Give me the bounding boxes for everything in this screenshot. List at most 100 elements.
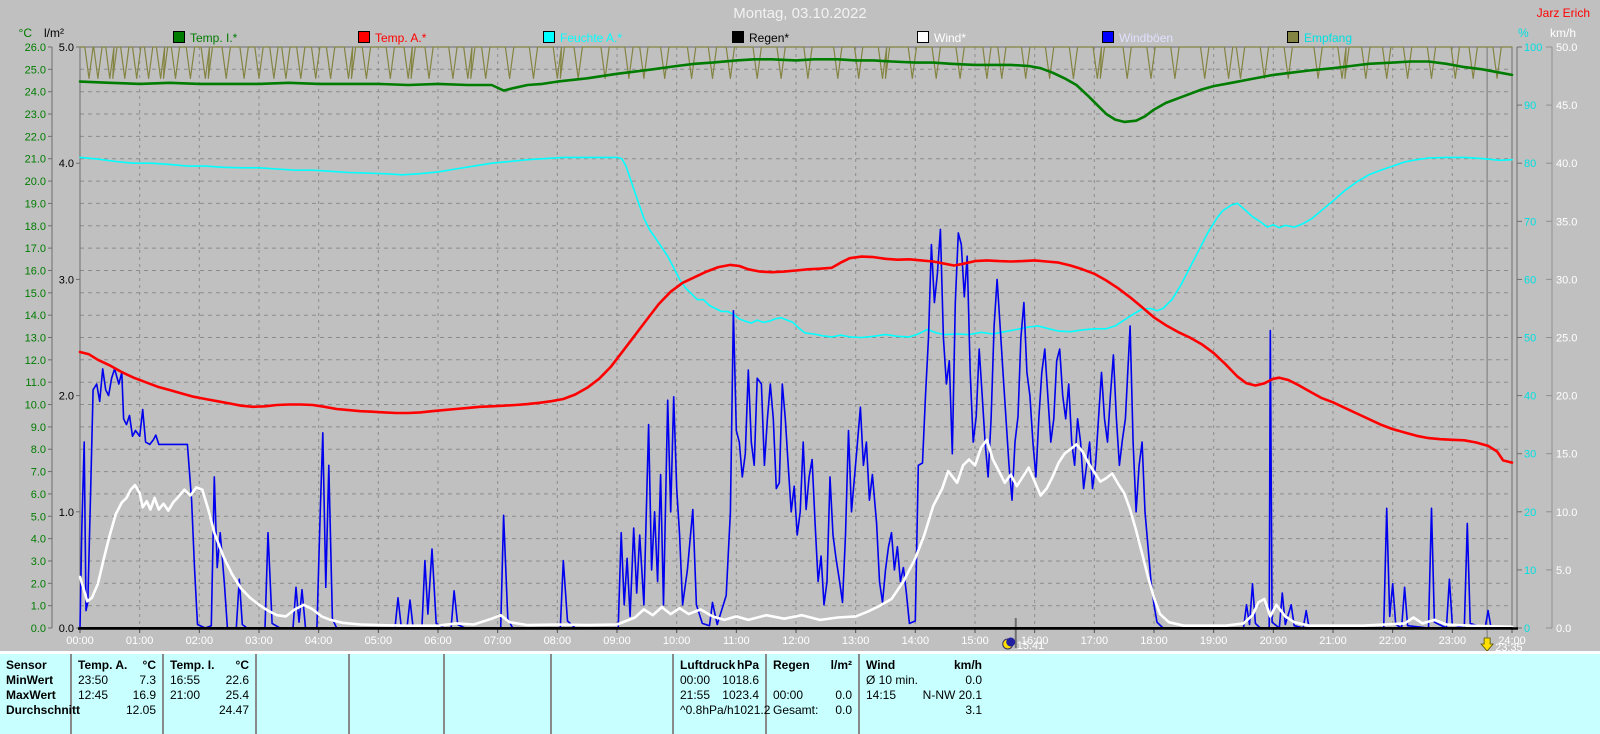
table-value-cell: 24.47 — [170, 703, 249, 717]
table-cell-value: 0.0 — [835, 688, 852, 702]
table-group-header: Temp. A. °C — [78, 658, 156, 672]
percent-tick-label: 0 — [1524, 623, 1530, 635]
table-cell-time: ^0.8hPa/h — [680, 703, 734, 717]
hour-tick-label: 09:00 — [603, 635, 631, 647]
table-value-cell: 21:00 25.4 — [170, 688, 249, 702]
rain-tick-label: 1.0 — [59, 507, 74, 519]
celsius-tick-label: 25.0 — [25, 64, 46, 76]
rain-tick-label: 2.0 — [59, 391, 74, 403]
hour-tick-label: 01:00 — [126, 635, 154, 647]
rain-tick-label: 5.0 — [59, 42, 74, 54]
table-group-unit: °C — [235, 658, 249, 672]
table-value-cell: 3.1 — [866, 703, 982, 717]
table-group-unit: l/m² — [830, 658, 852, 672]
hour-tick-label: 15:00 — [961, 635, 989, 647]
table-value-cell: 23:50 7.3 — [78, 673, 156, 687]
table-column-separator — [672, 654, 674, 734]
table-group-name: Regen — [773, 658, 810, 672]
celsius-tick-label: 4.0 — [31, 534, 46, 546]
table-value-cell: 12:45 16.9 — [78, 688, 156, 702]
celsius-tick-label: 16.0 — [25, 265, 46, 277]
hour-tick-label: 05:00 — [365, 635, 393, 647]
hour-tick-label: 02:00 — [186, 635, 214, 647]
table-cell-time: Ø 10 min. — [866, 673, 919, 687]
rain-tick-label: 0.0 — [59, 623, 74, 635]
celsius-tick-label: 6.0 — [31, 489, 46, 501]
table-cell-time: 14:15 — [866, 688, 897, 702]
celsius-tick-label: 13.0 — [25, 333, 46, 345]
kmh-tick-label: 20.0 — [1556, 391, 1577, 403]
hour-tick-label: 11:00 — [723, 635, 750, 647]
hour-tick-label: 04:00 — [305, 635, 333, 647]
kmh-tick-label: 45.0 — [1556, 100, 1577, 112]
celsius-tick-label: 2.0 — [31, 578, 46, 590]
table-cell-value: 0.0 — [965, 673, 982, 687]
cursor-arrow-icon — [1480, 637, 1494, 652]
sun-marker-icon-shadow — [1006, 637, 1016, 647]
series-windb-en — [79, 228, 1513, 629]
percent-tick-label: 40 — [1524, 391, 1536, 403]
table-cell-time: 16:55 — [170, 673, 201, 687]
table-group-name: Temp. A. — [78, 658, 128, 672]
celsius-tick-label: 1.0 — [31, 601, 46, 613]
kmh-tick-label: 35.0 — [1556, 216, 1577, 228]
table-group-unit: °C — [142, 658, 156, 672]
percent-tick-label: 10 — [1524, 565, 1536, 577]
table-column-separator — [348, 654, 350, 734]
kmh-tick-label: 5.0 — [1556, 565, 1571, 577]
celsius-tick-label: 8.0 — [31, 444, 46, 456]
hour-tick-label: 13:00 — [842, 635, 870, 647]
table-cell-time: 00:00 — [773, 688, 804, 702]
hour-tick-label: 21:00 — [1319, 635, 1347, 647]
percent-tick-label: 20 — [1524, 507, 1536, 519]
hour-tick-label: 12:00 — [782, 635, 810, 647]
table-cell-time: 21:00 — [170, 688, 201, 702]
table-row-label: MaxWert — [6, 688, 56, 702]
hour-tick-label: 14:00 — [902, 635, 930, 647]
table-cell-value: 12.05 — [125, 703, 156, 717]
table-value-cell: 00:00 0.0 — [773, 688, 852, 702]
table-value-cell: 12.05 — [78, 703, 156, 717]
table-group-header: Luftdruck hPa — [680, 658, 759, 672]
table-group-header: Temp. I. °C — [170, 658, 249, 672]
weather-app-window: Montag, 03.10.2022 Jarz Erich °C l/m² % … — [0, 0, 1600, 734]
percent-tick-label: 70 — [1524, 216, 1536, 228]
kmh-tick-label: 30.0 — [1556, 274, 1577, 286]
table-group-header: Regen l/m² — [773, 658, 852, 672]
hour-tick-label: 10:00 — [663, 635, 691, 647]
celsius-tick-label: 17.0 — [25, 243, 46, 255]
kmh-tick-label: 40.0 — [1556, 158, 1577, 170]
table-cell-value: 1021.2 — [733, 703, 771, 717]
table-cell-time: 00:00 — [680, 673, 711, 687]
celsius-tick-label: 9.0 — [31, 422, 46, 434]
table-group-name: Luftdruck — [680, 658, 736, 672]
table-column-separator — [162, 654, 164, 734]
kmh-tick-label: 10.0 — [1556, 507, 1577, 519]
table-cell-value: 16.9 — [132, 688, 156, 702]
table-value-cell: 00:00 1018.6 — [680, 673, 759, 687]
table-row-label: MinWert — [6, 673, 54, 687]
celsius-tick-label: 0.0 — [31, 623, 46, 635]
table-cell-time: Gesamt: — [773, 703, 819, 717]
celsius-tick-label: 15.0 — [25, 288, 46, 300]
table-column-separator — [443, 654, 445, 734]
hour-tick-label: 20:00 — [1260, 635, 1288, 647]
table-cell-value: 1018.6 — [722, 673, 759, 687]
table-group-header: Wind km/h — [866, 658, 982, 672]
table-value-cell: ^0.8hPa/h 1021.2 — [680, 703, 770, 717]
celsius-tick-label: 11.0 — [25, 377, 46, 389]
table-value-cell: 21:55 1023.4 — [680, 688, 759, 702]
series-feuchte-a — [79, 156, 1513, 339]
hour-tick-label: 03:00 — [245, 635, 273, 647]
percent-tick-label: 80 — [1524, 158, 1536, 170]
percent-tick-label: 50 — [1524, 333, 1536, 345]
rain-tick-label: 4.0 — [59, 158, 74, 170]
table-column-separator — [550, 654, 552, 734]
table-column-separator — [858, 654, 860, 734]
table-cell-value: 22.6 — [225, 673, 249, 687]
celsius-tick-label: 7.0 — [31, 467, 46, 479]
hour-tick-label: 23:00 — [1439, 635, 1467, 647]
celsius-tick-label: 5.0 — [31, 511, 46, 523]
table-cell-time: 12:45 — [78, 688, 109, 702]
percent-tick-label: 90 — [1524, 100, 1536, 112]
